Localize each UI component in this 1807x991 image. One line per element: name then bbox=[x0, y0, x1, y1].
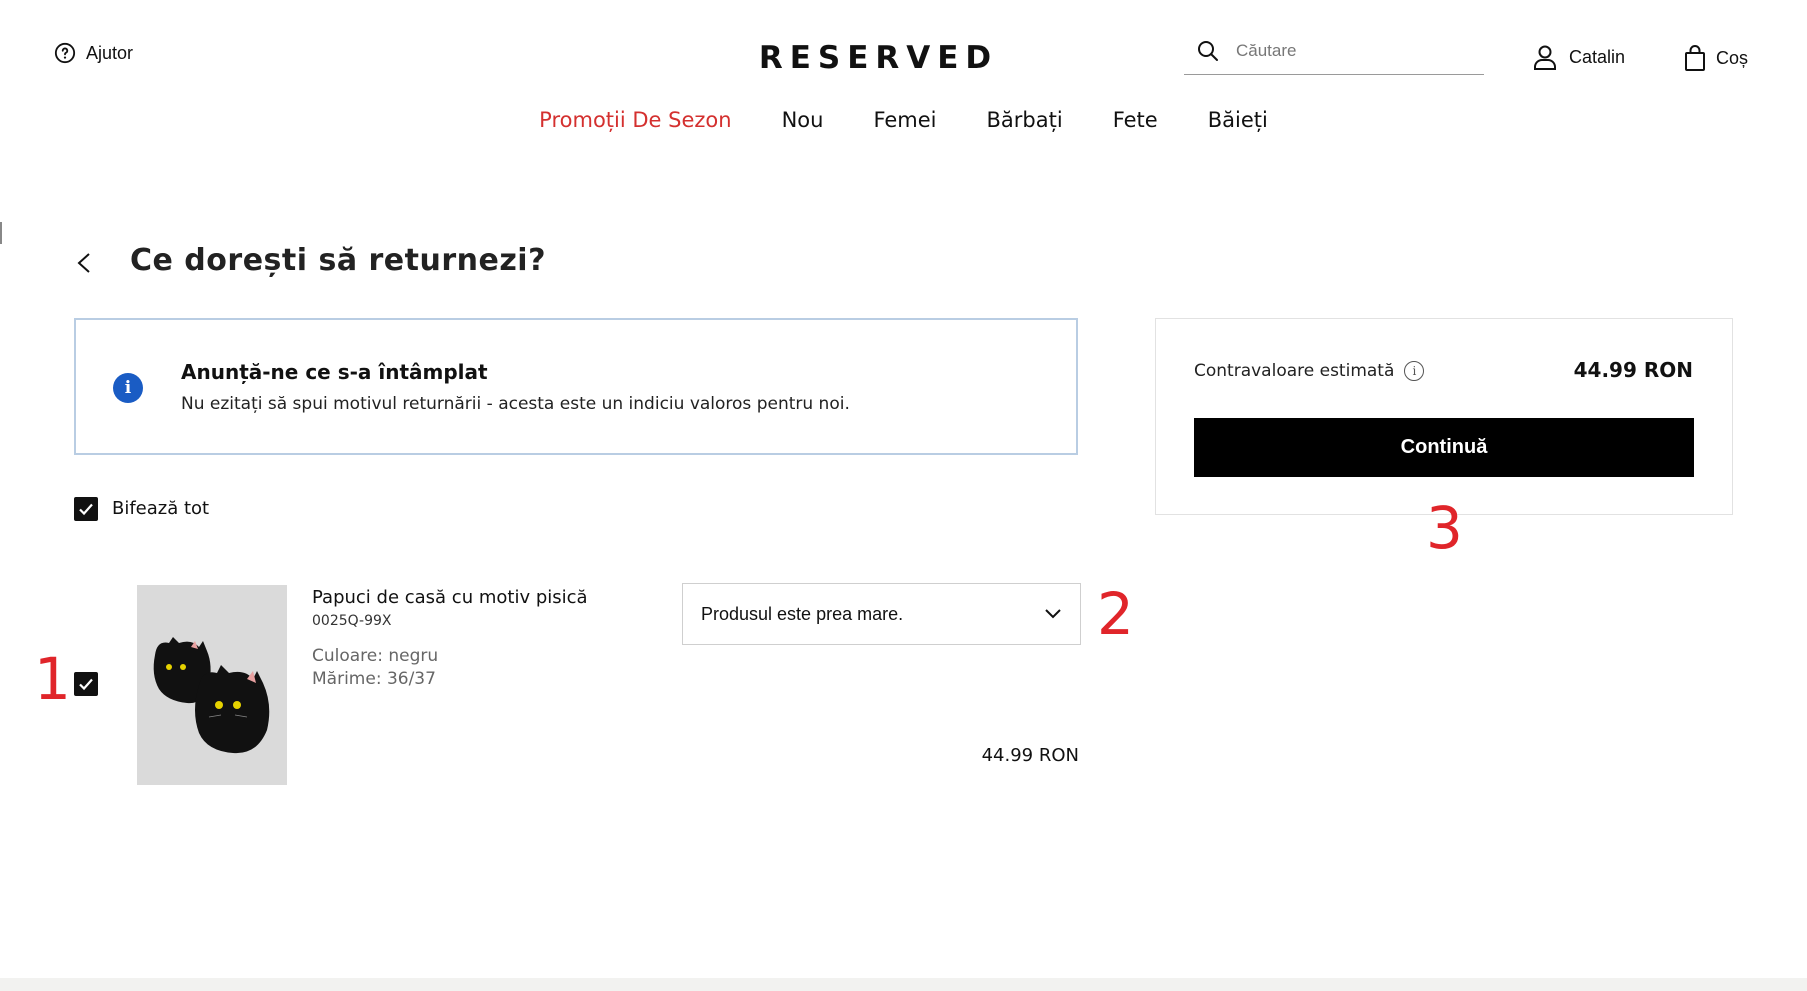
nav-item-men[interactable]: Bărbați bbox=[987, 108, 1063, 132]
chevron-down-icon bbox=[1045, 609, 1061, 619]
nav-item-girls[interactable]: Fete bbox=[1113, 108, 1158, 132]
checkmark-icon bbox=[79, 503, 93, 516]
estimated-value-text: Contravaloare estimată bbox=[1194, 361, 1395, 381]
estimated-value-amount: 44.99 RON bbox=[1573, 358, 1693, 382]
annotation-1: 1 bbox=[34, 645, 71, 713]
product-color: Culoare: negru bbox=[312, 646, 439, 666]
estimated-value-label: Contravaloare estimată i bbox=[1194, 361, 1425, 381]
select-all-checkbox[interactable] bbox=[74, 497, 98, 521]
nav-item-promotions[interactable]: Promoții De Sezon bbox=[539, 108, 731, 132]
account-label: Catalin bbox=[1569, 46, 1626, 67]
brand-logo[interactable]: RESERVED bbox=[0, 40, 1757, 76]
user-icon bbox=[1534, 45, 1556, 70]
annotation-2: 2 bbox=[1097, 580, 1134, 648]
footer-band bbox=[0, 978, 1807, 991]
info-circle-icon[interactable]: i bbox=[1404, 361, 1425, 381]
info-box bbox=[74, 318, 1078, 455]
nav-item-boys[interactable]: Băieți bbox=[1208, 108, 1268, 132]
annotation-3: 3 bbox=[1426, 494, 1463, 562]
main-nav: Promoții De Sezon Nou Femei Bărbați Fete… bbox=[0, 108, 1807, 132]
product-name[interactable]: Papuci de casă cu motiv pisică bbox=[312, 587, 588, 608]
product-size: Mărime: 36/37 bbox=[312, 669, 436, 689]
back-arrow-icon[interactable] bbox=[74, 252, 96, 274]
product-image[interactable] bbox=[137, 585, 287, 785]
info-text: Nu ezitați să spui motivul returnării - … bbox=[181, 394, 850, 414]
return-reason-select[interactable]: Produsul este prea mare. bbox=[682, 583, 1081, 645]
scroll-marker bbox=[0, 222, 2, 244]
return-reason-value: Produsul este prea mare. bbox=[701, 603, 904, 624]
shopping-bag-icon bbox=[1685, 45, 1705, 71]
select-all-label[interactable]: Bifează tot bbox=[112, 498, 209, 519]
product-price: 44.99 RON bbox=[981, 745, 1079, 766]
info-icon: i bbox=[113, 373, 143, 403]
summary-panel bbox=[1155, 318, 1733, 515]
checkmark-icon bbox=[79, 678, 93, 691]
search-icon[interactable] bbox=[1196, 39, 1220, 63]
cat-slippers-illustration bbox=[137, 585, 287, 785]
page-title: Ce dorești să returnezi? bbox=[130, 243, 546, 278]
continue-button[interactable]: Continuă bbox=[1194, 418, 1694, 477]
info-title: Anunță-ne ce s-a întâmplat bbox=[181, 360, 488, 384]
nav-item-new[interactable]: Nou bbox=[782, 108, 824, 132]
search-input[interactable] bbox=[1234, 40, 1468, 62]
account-link[interactable]: Catalin bbox=[1533, 44, 1625, 70]
item-checkbox[interactable] bbox=[74, 672, 98, 696]
cart-link[interactable]: Coș bbox=[1684, 44, 1748, 72]
cart-label: Coș bbox=[1716, 47, 1749, 68]
nav-item-women[interactable]: Femei bbox=[873, 108, 936, 132]
product-code: 0025Q-99X bbox=[312, 613, 392, 629]
search-bar[interactable] bbox=[1184, 28, 1484, 75]
